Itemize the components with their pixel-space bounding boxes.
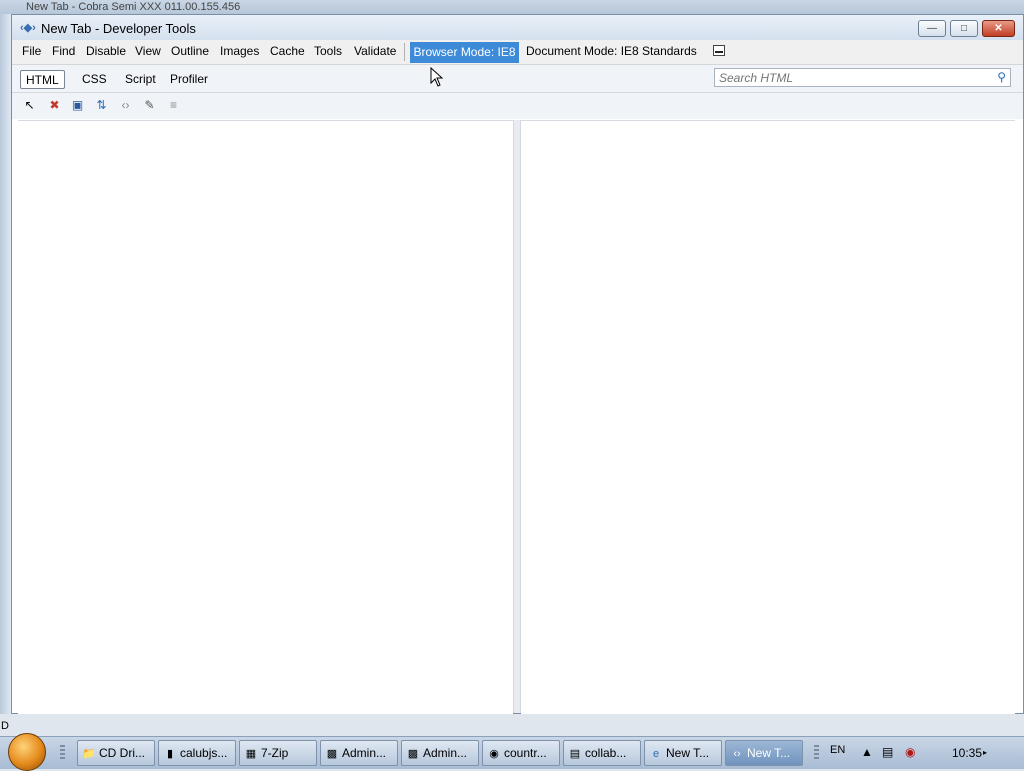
tab-css[interactable]: CSS xyxy=(76,70,113,89)
menu-find[interactable]: Find xyxy=(50,44,77,58)
ie-icon: e xyxy=(652,748,660,760)
view-source-icon[interactable]: ‹› xyxy=(118,98,133,113)
menu-disable[interactable]: Disable xyxy=(84,44,128,58)
tab-html[interactable]: HTML xyxy=(20,70,65,89)
volume-icon[interactable]: ◉ xyxy=(905,745,915,759)
save-icon[interactable]: ▣ xyxy=(70,98,85,113)
html-tree-pane[interactable] xyxy=(18,120,513,714)
tab-script[interactable]: Script xyxy=(119,70,162,89)
title-bar[interactable]: ‹◆› New Tab - Developer Tools — □ ✕ xyxy=(12,15,1023,40)
taskbar-item-new-tab-devtools[interactable]: ‹› New T... xyxy=(725,740,803,766)
maximize-button[interactable]: □ xyxy=(950,20,978,37)
tray-grip[interactable] xyxy=(814,745,819,761)
developer-tools-icon: ‹› xyxy=(733,748,741,760)
folder-icon: 📁 xyxy=(82,748,96,760)
word-wrap-icon[interactable]: ≡ xyxy=(166,98,181,113)
taskbar-item-new-tab-ie[interactable]: e New T... xyxy=(644,740,722,766)
language-indicator[interactable]: EN xyxy=(830,744,845,756)
taskbar-item-admin-2[interactable]: ▩ Admin... xyxy=(401,740,479,766)
show-hidden-icons-icon[interactable]: ▲ xyxy=(861,745,873,759)
document-icon: ▤ xyxy=(569,748,581,760)
select-element-icon[interactable]: ↖ xyxy=(22,98,37,113)
book-icon: ▮ xyxy=(166,748,174,760)
developer-tools-icon: ‹◆› xyxy=(20,22,36,34)
minimize-button[interactable]: — xyxy=(918,20,946,37)
taskbar-grip[interactable] xyxy=(60,745,65,761)
minimize-icon: — xyxy=(927,23,937,34)
menu-tools[interactable]: Tools xyxy=(312,44,344,58)
background-window-titlebar: New Tab - Cobra Semi XXX 011.00.155.456 xyxy=(0,0,1024,14)
browser-icon: ◉ xyxy=(489,748,499,760)
html-toolbar: ↖ ✖ ▣ ⇅ ‹› ✎ ≡ xyxy=(12,93,1023,119)
pane-splitter[interactable] xyxy=(513,120,521,713)
collapse-icon xyxy=(715,51,723,53)
network-icon[interactable]: ▤ xyxy=(882,745,893,759)
taskbar-item-collab[interactable]: ▤ collab... xyxy=(563,740,641,766)
menu-separator xyxy=(404,43,405,61)
menu-cache[interactable]: Cache xyxy=(268,44,307,58)
collapse-toolbar-button[interactable] xyxy=(713,45,725,56)
background-window-title: New Tab - Cobra Semi XXX 011.00.155.456 xyxy=(26,1,241,13)
mouse-cursor-icon xyxy=(430,67,444,87)
developer-tools-window: ‹◆› New Tab - Developer Tools — □ ✕ File… xyxy=(11,14,1024,714)
menu-view[interactable]: View xyxy=(133,44,163,58)
menu-file[interactable]: File xyxy=(20,44,43,58)
terminal-icon: ▩ xyxy=(326,748,338,760)
archive-icon: ▦ xyxy=(245,748,257,760)
start-button[interactable] xyxy=(8,733,46,771)
tab-profiler[interactable]: Profiler xyxy=(164,70,214,89)
close-button[interactable]: ✕ xyxy=(982,20,1015,37)
menu-bar: File Find Disable View Outline Images Ca… xyxy=(12,40,1023,65)
clock[interactable]: 10:35 xyxy=(952,746,982,760)
search-input[interactable] xyxy=(715,69,983,86)
menu-validate[interactable]: Validate xyxy=(352,44,398,58)
maximize-icon: □ xyxy=(960,23,968,34)
taskbar-item-countr[interactable]: ◉ countr... xyxy=(482,740,560,766)
taskbar: 📁 CD Dri... ▮ calubjs... ▦ 7-Zip ▩ Admin... … xyxy=(0,733,1024,771)
document-mode-menu[interactable]: Document Mode: IE8 Standards xyxy=(526,44,697,58)
background-window-letter: D xyxy=(1,720,9,732)
search-icon[interactable]: ⚲ xyxy=(997,70,1006,84)
terminal-icon: ▩ xyxy=(407,748,419,760)
style-pane[interactable] xyxy=(521,120,1015,714)
search-box: ⚲ xyxy=(714,68,1011,87)
close-icon: ✕ xyxy=(994,23,1003,34)
menu-images[interactable]: Images xyxy=(218,44,261,58)
tab-row: HTML CSS Script Profiler ⚲ xyxy=(12,65,1023,93)
menu-outline[interactable]: Outline xyxy=(169,44,211,58)
taskbar-item-admin-1[interactable]: ▩ Admin... xyxy=(320,740,398,766)
clock-arrow-icon: ▸ xyxy=(983,748,988,757)
taskbar-item-cd-drive[interactable]: 📁 CD Dri... xyxy=(77,740,155,766)
edit-icon[interactable]: ✎ xyxy=(142,98,157,113)
browser-mode-menu[interactable]: Browser Mode: IE8 xyxy=(410,42,519,63)
refresh-icon[interactable]: ⇅ xyxy=(94,98,109,113)
taskbar-item-7zip[interactable]: ▦ 7-Zip xyxy=(239,740,317,766)
clear-icon[interactable]: ✖ xyxy=(47,98,62,113)
taskbar-item-calubjs[interactable]: ▮ calubjs... xyxy=(158,740,236,766)
window-title: New Tab - Developer Tools xyxy=(41,21,196,36)
background-window-edge: D xyxy=(0,14,11,732)
